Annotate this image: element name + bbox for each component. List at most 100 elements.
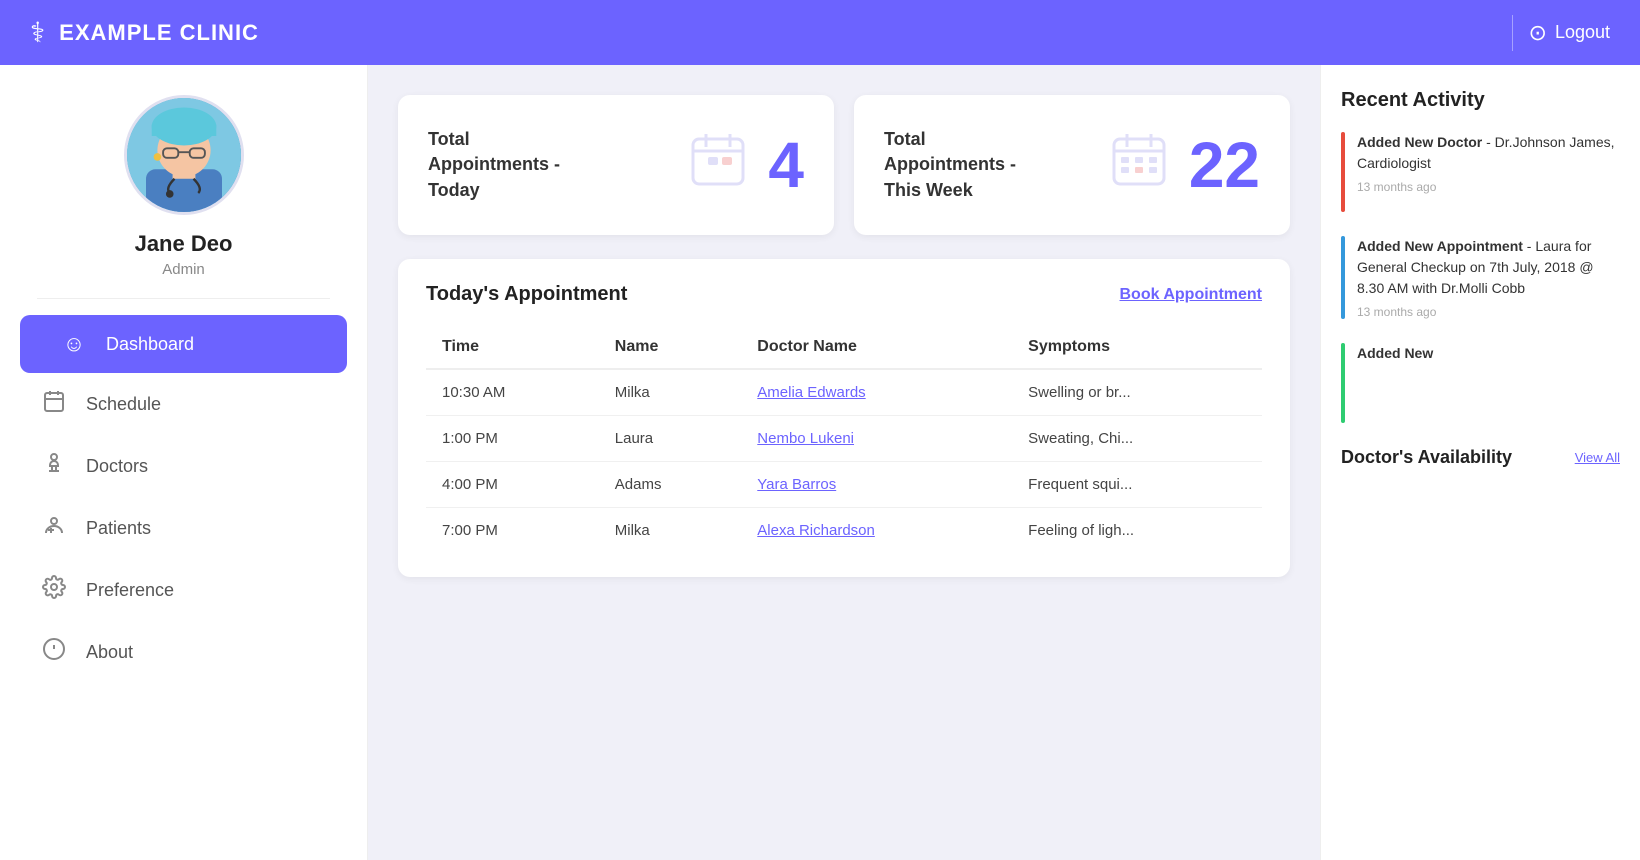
- table-row: 7:00 PM Milka Alexa Richardson Feeling o…: [426, 508, 1262, 554]
- clinic-logo-icon: ⚕: [30, 16, 45, 49]
- nav-doctors-label: Doctors: [86, 456, 148, 477]
- stat-week-icon: [1109, 129, 1169, 201]
- appointment-table: Time Name Doctor Name Symptoms 10:30 AM …: [426, 326, 1262, 553]
- doctor-link[interactable]: Alexa Richardson: [757, 522, 875, 539]
- preference-icon: [40, 575, 68, 605]
- activity-content-3: Added New: [1357, 343, 1620, 423]
- right-panel: Recent Activity Added New Doctor - Dr.Jo…: [1320, 65, 1640, 860]
- main-layout: Jane Deo Admin ☺ Dashboard Schedule Doct…: [0, 65, 1640, 860]
- doctor-link[interactable]: Nembo Lukeni: [757, 430, 854, 447]
- nav-doctors[interactable]: Doctors: [0, 435, 367, 497]
- appt-symptoms: Swelling or br...: [1012, 369, 1262, 416]
- sidebar: Jane Deo Admin ☺ Dashboard Schedule Doct…: [0, 65, 368, 860]
- logout-button[interactable]: ⊙ Logout: [1529, 20, 1611, 46]
- activity-bold-1: Added New Doctor: [1357, 134, 1482, 150]
- nav-dashboard[interactable]: ☺ Dashboard: [20, 315, 347, 373]
- patients-icon: [40, 513, 68, 543]
- appt-doctor: Alexa Richardson: [741, 508, 1012, 554]
- doctor-availability-label: Doctor's Availability: [1341, 447, 1512, 468]
- appt-time: 4:00 PM: [426, 462, 599, 508]
- table-row: 4:00 PM Adams Yara Barros Frequent squi.…: [426, 462, 1262, 508]
- book-appointment-link[interactable]: Book Appointment: [1120, 286, 1263, 304]
- header-divider: [1512, 15, 1513, 51]
- logout-label: Logout: [1555, 22, 1610, 43]
- activity-content-1: Added New Doctor - Dr.Johnson James, Car…: [1357, 132, 1620, 212]
- activity-bar-1: [1341, 132, 1345, 212]
- appt-patient: Laura: [599, 416, 742, 462]
- appt-time: 10:30 AM: [426, 369, 599, 416]
- activity-item-2: Added New Appointment - Laura for Genera…: [1341, 236, 1620, 319]
- activity-content-2: Added New Appointment - Laura for Genera…: [1357, 236, 1620, 319]
- nav-preference-label: Preference: [86, 580, 174, 601]
- activity-text-1: Added New Doctor - Dr.Johnson James, Car…: [1357, 132, 1620, 174]
- doctors-icon: [40, 451, 68, 481]
- doctor-availability-row: Doctor's Availability View All: [1341, 447, 1620, 468]
- avatar-image: [127, 98, 241, 212]
- nav-preference[interactable]: Preference: [0, 559, 367, 621]
- nav-about-label: About: [86, 642, 133, 663]
- appt-time: 1:00 PM: [426, 416, 599, 462]
- clinic-name: EXAMPLE CLINIC: [59, 20, 259, 46]
- appointment-section: Today's Appointment Book Appointment Tim…: [398, 259, 1290, 577]
- appt-symptoms: Sweating, Chi...: [1012, 416, 1262, 462]
- user-role: Admin: [162, 261, 205, 278]
- stat-week-label: Total Appointments -This Week: [884, 127, 1044, 203]
- stat-week-value: 22: [1189, 128, 1260, 202]
- stat-card-week: Total Appointments -This Week: [854, 95, 1290, 235]
- activity-item-1: Added New Doctor - Dr.Johnson James, Car…: [1341, 132, 1620, 212]
- header-left: ⚕ EXAMPLE CLINIC: [30, 16, 259, 49]
- main-content: Total Appointments -Today 4: [368, 65, 1320, 860]
- appt-time: 7:00 PM: [426, 508, 599, 554]
- schedule-icon: [40, 389, 68, 419]
- appt-symptoms: Frequent squi...: [1012, 462, 1262, 508]
- stat-today-value: 4: [768, 128, 804, 202]
- sidebar-divider: [37, 298, 331, 299]
- appt-doctor: Yara Barros: [741, 462, 1012, 508]
- appt-symptoms: Feeling of ligh...: [1012, 508, 1262, 554]
- activity-time-1: 13 months ago: [1357, 180, 1620, 194]
- appointment-header: Today's Appointment Book Appointment: [426, 283, 1262, 306]
- nav-about[interactable]: About: [0, 621, 367, 683]
- appt-patient: Milka: [599, 508, 742, 554]
- doctor-link[interactable]: Amelia Edwards: [757, 384, 865, 401]
- activity-bar-2: [1341, 236, 1345, 319]
- activity-bold-3: Added New: [1357, 345, 1433, 361]
- activity-bold-2: Added New Appointment: [1357, 238, 1523, 254]
- stat-today-label: Total Appointments -Today: [428, 127, 588, 203]
- nav-patients-label: Patients: [86, 518, 151, 539]
- about-icon: [40, 637, 68, 667]
- stat-today-right: 4: [688, 128, 804, 202]
- activity-bar-3: [1341, 343, 1345, 423]
- nav-patients[interactable]: Patients: [0, 497, 367, 559]
- appointment-title: Today's Appointment: [426, 283, 627, 306]
- activity-text-3: Added New: [1357, 343, 1620, 364]
- appt-patient: Adams: [599, 462, 742, 508]
- stat-week-right: 22: [1109, 128, 1260, 202]
- logout-icon: ⊙: [1529, 20, 1547, 46]
- col-name: Name: [599, 326, 742, 369]
- user-name: Jane Deo: [135, 231, 233, 257]
- table-row: 10:30 AM Milka Amelia Edwards Swelling o…: [426, 369, 1262, 416]
- col-time: Time: [426, 326, 599, 369]
- appt-doctor: Nembo Lukeni: [741, 416, 1012, 462]
- nav-schedule-label: Schedule: [86, 394, 161, 415]
- nav-schedule[interactable]: Schedule: [0, 373, 367, 435]
- col-symptoms: Symptoms: [1012, 326, 1262, 369]
- avatar: [124, 95, 244, 215]
- stat-today-icon: [688, 129, 748, 201]
- activity-text-2: Added New Appointment - Laura for Genera…: [1357, 236, 1620, 299]
- activity-item-3: Added New: [1341, 343, 1620, 423]
- appt-patient: Milka: [599, 369, 742, 416]
- doctor-link[interactable]: Yara Barros: [757, 476, 836, 493]
- nav-dashboard-label: Dashboard: [106, 334, 194, 355]
- table-row: 1:00 PM Laura Nembo Lukeni Sweating, Chi…: [426, 416, 1262, 462]
- activity-time-2: 13 months ago: [1357, 305, 1620, 319]
- stat-card-today: Total Appointments -Today 4: [398, 95, 834, 235]
- view-all-link[interactable]: View All: [1575, 450, 1620, 465]
- col-doctor: Doctor Name: [741, 326, 1012, 369]
- app-header: ⚕ EXAMPLE CLINIC ⊙ Logout: [0, 0, 1640, 65]
- dashboard-icon: ☺: [60, 331, 88, 357]
- recent-activity-title: Recent Activity: [1341, 89, 1620, 112]
- appt-doctor: Amelia Edwards: [741, 369, 1012, 416]
- stats-row: Total Appointments -Today 4: [398, 95, 1290, 235]
